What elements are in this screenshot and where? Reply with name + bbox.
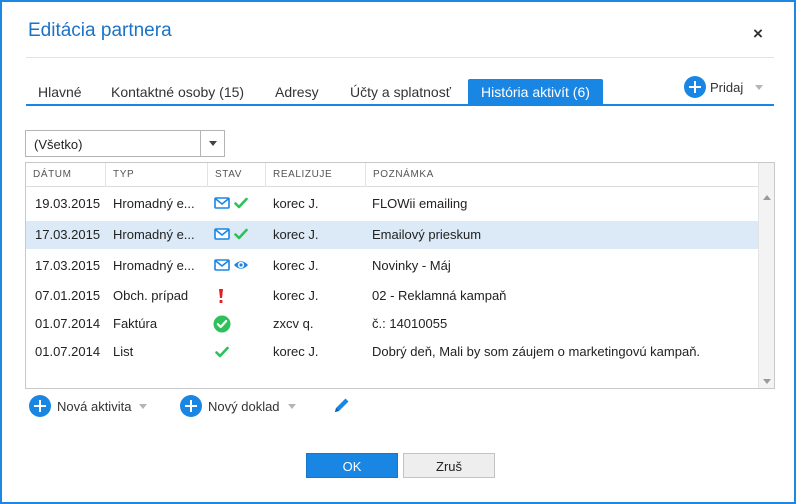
tab-historia-aktivit[interactable]: História aktivít (6) [468,79,603,105]
title-divider [26,57,774,58]
chevron-down-icon[interactable] [287,403,296,409]
cancel-button[interactable]: Zruš [403,453,495,478]
activity-filter-select[interactable]: (Všetko) [25,130,225,157]
filter-selected-value: (Všetko) [34,137,83,152]
table-row[interactable]: 01.07.2014 List korec J. Dobrý deň, Mali… [26,338,758,366]
envelope-icon [214,197,230,209]
row-note: č.: 14010055 [372,316,448,331]
row-status [212,252,272,280]
plus-circle-icon [684,76,706,98]
row-type: Hromadný e... [113,227,195,242]
row-date: 01.07.2014 [35,316,101,331]
table-row[interactable]: 07.01.2015 Obch. prípad korec J. 02 - Re… [26,282,758,310]
checkmark-icon [215,346,229,358]
tab-adresy[interactable]: Adresy [275,79,319,105]
chevron-down-icon[interactable] [754,84,763,90]
table-row[interactable]: 01.07.2014 Faktúra zxcv q. č.: 14010055 [26,310,758,338]
new-activity-label: Nová aktivita [57,398,132,414]
envelope-icon [214,259,230,271]
checkmark-icon [234,197,248,209]
row-by: korec J. [273,344,319,359]
pencil-icon [335,398,349,412]
plus-circle-icon [29,395,51,417]
row-status [212,221,272,249]
chevron-down-icon[interactable] [139,403,148,409]
chevron-down-icon [209,141,217,146]
new-activity-button[interactable]: Nová aktivita [29,395,148,419]
row-type: List [113,344,134,359]
column-header-date[interactable]: DÁTUM [26,163,106,187]
row-by: zxcv q. [273,316,314,331]
add-button[interactable]: Pridaj [684,76,763,100]
column-header-by[interactable]: REALIZUJE [266,163,366,187]
row-type: Hromadný e... [113,258,195,273]
row-status [212,310,272,338]
column-header-note[interactable]: POZNÁMKA [366,163,758,187]
ok-button[interactable]: OK [306,453,398,478]
scroll-up-icon[interactable] [763,195,771,200]
row-date: 01.07.2014 [35,344,101,359]
tab-ucty-a-splatnost[interactable]: Účty a splatnosť [350,79,451,105]
close-icon[interactable]: × [748,24,768,44]
row-by: korec J. [273,288,319,303]
tab-kontaktne-osoby[interactable]: Kontaktné osoby (15) [111,79,244,105]
scroll-down-icon[interactable] [763,379,771,384]
table-row[interactable]: 19.03.2015 Hromadný e... korec J. FLOWii… [26,190,758,218]
column-header-type[interactable]: TYP [106,163,208,187]
row-note: 02 - Reklamná kampaň [372,288,507,303]
row-type: Hromadný e... [113,196,195,211]
exclamation-icon [219,289,223,303]
row-by: korec J. [273,196,319,211]
table-row[interactable]: 17.03.2015 Hromadný e... korec J. Emailo… [26,221,758,249]
row-status [212,190,272,218]
row-note: Emailový prieskum [372,227,482,242]
new-document-button[interactable]: Nový doklad [180,395,296,419]
edit-button[interactable] [332,395,352,419]
row-by: korec J. [273,258,319,273]
activity-grid: DÁTUM TYP STAV REALIZUJE POZNÁMKA 19.03.… [25,162,775,389]
row-date: 17.03.2015 [35,227,101,242]
row-status [212,338,272,366]
vertical-scrollbar[interactable] [758,163,774,388]
tab-underline [26,104,774,106]
row-type: Faktúra [113,316,158,331]
row-note: FLOWii emailing [372,196,468,211]
row-by: korec J. [273,227,319,242]
row-note: Dobrý deň, Mali by som záujem o marketin… [372,344,701,359]
checkmark-icon [234,228,248,240]
row-date: 17.03.2015 [35,258,101,273]
row-type: Obch. prípad [113,288,189,303]
new-document-label: Nový doklad [208,398,280,414]
dialog-title: Editácia partnera [28,20,172,41]
grid-header: DÁTUM TYP STAV REALIZUJE POZNÁMKA [26,163,758,187]
row-date: 07.01.2015 [35,288,101,303]
row-status [212,282,272,310]
tab-hlavne[interactable]: Hlavné [38,79,82,105]
row-note: Novinky - Máj [372,258,451,273]
add-button-label: Pridaj [710,79,744,95]
plus-circle-icon [180,395,202,417]
dialog-window: Editácia partnera × Hlavné Kontaktné oso… [0,0,796,504]
envelope-icon [214,228,230,240]
dropdown-button[interactable] [200,131,224,156]
eye-icon [234,261,248,269]
check-circle-icon [213,315,231,333]
column-header-status[interactable]: STAV [208,163,266,187]
row-date: 19.03.2015 [35,196,101,211]
table-row[interactable]: 17.03.2015 Hromadný e... korec J. Novink… [26,252,758,280]
